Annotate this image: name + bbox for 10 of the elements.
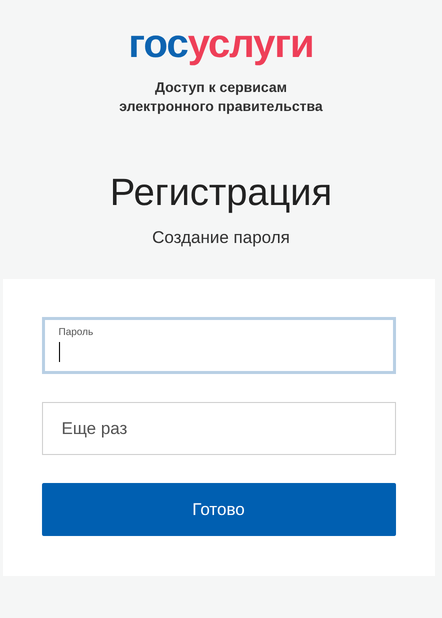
page-title: Регистрация: [110, 171, 332, 215]
repeat-password-field[interactable]: Еще раз: [42, 402, 396, 455]
page-subtitle: Создание пароля: [152, 227, 290, 249]
submit-button[interactable]: Готово: [42, 483, 396, 536]
tagline: Доступ к сервисам: [155, 78, 287, 97]
tagline: электронного правительства: [119, 97, 323, 116]
logo: госуслуги: [128, 22, 314, 66]
text-cursor: [58, 342, 60, 362]
password-field[interactable]: Пароль: [42, 317, 396, 374]
field-label: Пароль: [58, 326, 94, 340]
